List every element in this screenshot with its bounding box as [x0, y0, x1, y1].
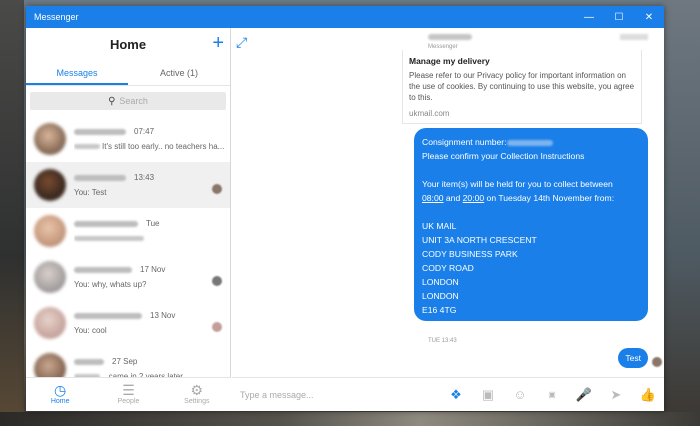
expand-icon[interactable]: ⤢	[236, 34, 247, 51]
nav-people-label: People	[117, 398, 140, 405]
conversation-item[interactable]: 07:47 It's still too early.. no teachers…	[26, 116, 230, 162]
avatar	[34, 123, 66, 155]
gif-icon[interactable]: ▣	[536, 390, 568, 399]
preview-redacted	[74, 236, 144, 242]
contact-name-redacted	[74, 358, 104, 365]
avatar	[34, 261, 66, 293]
apps-icon[interactable]: ❖	[440, 387, 472, 403]
address-line: E16 4TG	[422, 305, 457, 315]
conversation-time: 07:47	[134, 127, 155, 136]
address-line: UK MAIL	[422, 221, 457, 231]
close-button[interactable]: ✕	[634, 6, 664, 28]
address-line: CODY ROAD	[422, 263, 474, 273]
new-message-icon[interactable]: +	[212, 32, 224, 55]
conversation-item[interactable]: Tue	[26, 208, 230, 254]
clock-icon: ◷	[54, 382, 67, 398]
header-info-redacted	[620, 34, 648, 40]
tab-active[interactable]: Active (1)	[128, 62, 230, 85]
link-preview-url: ukmail.com	[409, 109, 450, 118]
conversation-time: 13 Nov	[150, 311, 176, 320]
desktop-background-right	[662, 0, 700, 426]
messenger-window: Messenger — ☐ ✕ Home + Messages Active (…	[26, 6, 664, 411]
message-bubble-sent[interactable]: Test	[618, 348, 648, 368]
link-preview-body: Please refer to our Privacy policy for i…	[409, 71, 635, 102]
bubble-line: Please confirm your Collection Instructi…	[422, 151, 585, 161]
conversation-preview: You: Test	[74, 188, 107, 197]
emoji-icon[interactable]: ☺	[504, 387, 536, 402]
sidebar-header: Home +	[26, 28, 230, 62]
minimize-button[interactable]: —	[574, 6, 604, 28]
list-icon: ☰	[122, 382, 135, 398]
message-bubble-sent[interactable]: Consignment number: Please confirm your …	[414, 128, 648, 321]
bottom-nav: ◷ Home ☰ People ⚙ Settings	[26, 377, 231, 411]
message-timestamp: TUE 13:43	[428, 338, 457, 344]
conversation-time: Tue	[146, 219, 160, 228]
link-preview-card[interactable]: Manage my delivery Please refer to our P…	[402, 50, 642, 124]
maximize-button[interactable]: ☐	[604, 6, 634, 28]
address-line: LONDON	[422, 291, 459, 301]
avatar	[34, 307, 66, 339]
bubble-line: Consignment number:	[422, 135, 640, 149]
image-icon[interactable]: ▣	[472, 387, 504, 403]
tab-messages[interactable]: Messages	[26, 62, 128, 85]
search-input[interactable]: ⚲ Search	[30, 92, 226, 110]
conversation-preview: You: cool	[74, 326, 107, 335]
chat-pane: ⤢ Messenger Manage my delivery Please re…	[232, 28, 664, 411]
thumbs-up-icon[interactable]: 👍	[632, 387, 664, 403]
contact-name-redacted	[74, 220, 138, 227]
contact-name-redacted	[74, 174, 126, 181]
conversation-item[interactable]: 13 Nov You: cool	[26, 300, 230, 346]
contact-name-redacted	[74, 312, 142, 319]
link-preview-title: Manage my delivery	[409, 56, 490, 66]
conversation-time: 13:43	[134, 173, 155, 182]
microphone-icon[interactable]: 🎤	[568, 387, 600, 403]
search-placeholder: Search	[119, 96, 148, 106]
send-icon[interactable]: ➤	[600, 387, 632, 403]
message-composer: Type a message... ❖ ▣ ☺ ▣ 🎤 ➤ 👍	[232, 377, 664, 411]
nav-home-label: Home	[50, 398, 70, 405]
contact-name-redacted	[428, 34, 472, 40]
conversation-time: 27 Sep	[112, 357, 138, 366]
seen-avatar	[212, 322, 222, 332]
conversation-preview: You: why, whats up?	[74, 280, 147, 289]
desktop-background-bottom	[0, 412, 700, 426]
search-icon: ⚲	[108, 95, 116, 107]
bubble-line: 08:00 and 20:00 on Tuesday 14th November…	[422, 193, 615, 203]
conversation-time: 17 Nov	[140, 265, 166, 274]
conversation-item[interactable]: 17 Nov You: why, whats up?	[26, 254, 230, 300]
nav-settings[interactable]: ⚙ Settings	[163, 378, 231, 411]
nav-settings-label: Settings	[184, 398, 210, 405]
seen-avatar	[212, 276, 222, 286]
sidebar-title: Home	[109, 37, 147, 52]
conversation-preview: It's still too early.. no teachers ha...	[102, 142, 225, 151]
nav-people[interactable]: ☰ People	[94, 378, 162, 411]
window-title: Messenger	[34, 12, 79, 22]
desktop-background-left	[0, 0, 24, 426]
message-input[interactable]: Type a message...	[232, 390, 440, 400]
contact-name-redacted	[74, 128, 126, 135]
sidebar: Home + Messages Active (1) ⚲ Search 07:4…	[26, 28, 231, 411]
preview-redacted	[74, 144, 100, 150]
avatar	[34, 169, 66, 201]
address-line: LONDON	[422, 277, 459, 287]
seen-avatar	[652, 357, 662, 367]
seen-avatar	[212, 184, 222, 194]
gear-icon: ⚙	[190, 382, 204, 398]
contact-name-redacted	[74, 266, 132, 273]
bubble-line: Your item(s) will be held for you to col…	[422, 179, 613, 189]
title-bar[interactable]: Messenger — ☐ ✕	[26, 6, 664, 28]
time-link[interactable]: 08:00	[422, 193, 444, 203]
conversation-item[interactable]: 13:43 You: Test	[26, 162, 230, 208]
address-line: UNIT 3A NORTH CRESCENT	[422, 235, 537, 245]
nav-home[interactable]: ◷ Home	[26, 378, 94, 411]
address-line: CODY BUSINESS PARK	[422, 249, 518, 259]
time-link[interactable]: 20:00	[463, 193, 485, 203]
sidebar-tabs: Messages Active (1)	[26, 62, 230, 86]
consignment-number-redacted	[506, 139, 553, 146]
avatar	[34, 215, 66, 247]
